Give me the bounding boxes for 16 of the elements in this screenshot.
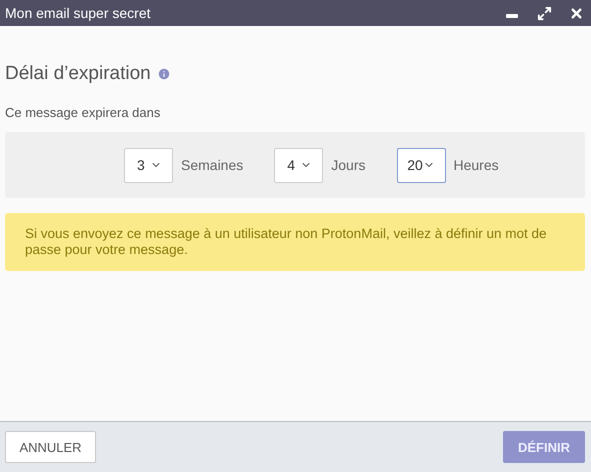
unit-label: Semaines [181,157,244,173]
dropdown[interactable]: 4 [274,148,324,182]
section-heading: Délai d’expiration [5,63,151,85]
minimize-icon [506,14,518,18]
window-title: Mon email super secret [5,5,152,21]
warning-message: Si vous envoyez ce message à un utilisateur non ProtonMail, veillez à définir un mot de passe pour votre message. [5,213,585,271]
cancel-button[interactable]: ANNULER [5,431,96,463]
unit-label: Heures [454,157,499,173]
info-icon[interactable] [156,67,171,81]
unit-label: Jours [331,157,366,173]
close-icon [568,6,584,20]
description-text: Ce message expirera dans [5,105,162,120]
maximize-button[interactable] [535,4,553,22]
dropdown[interactable]: 3 [124,148,173,182]
dropdown[interactable]: 20 [396,148,446,182]
maximize-icon [536,6,552,20]
